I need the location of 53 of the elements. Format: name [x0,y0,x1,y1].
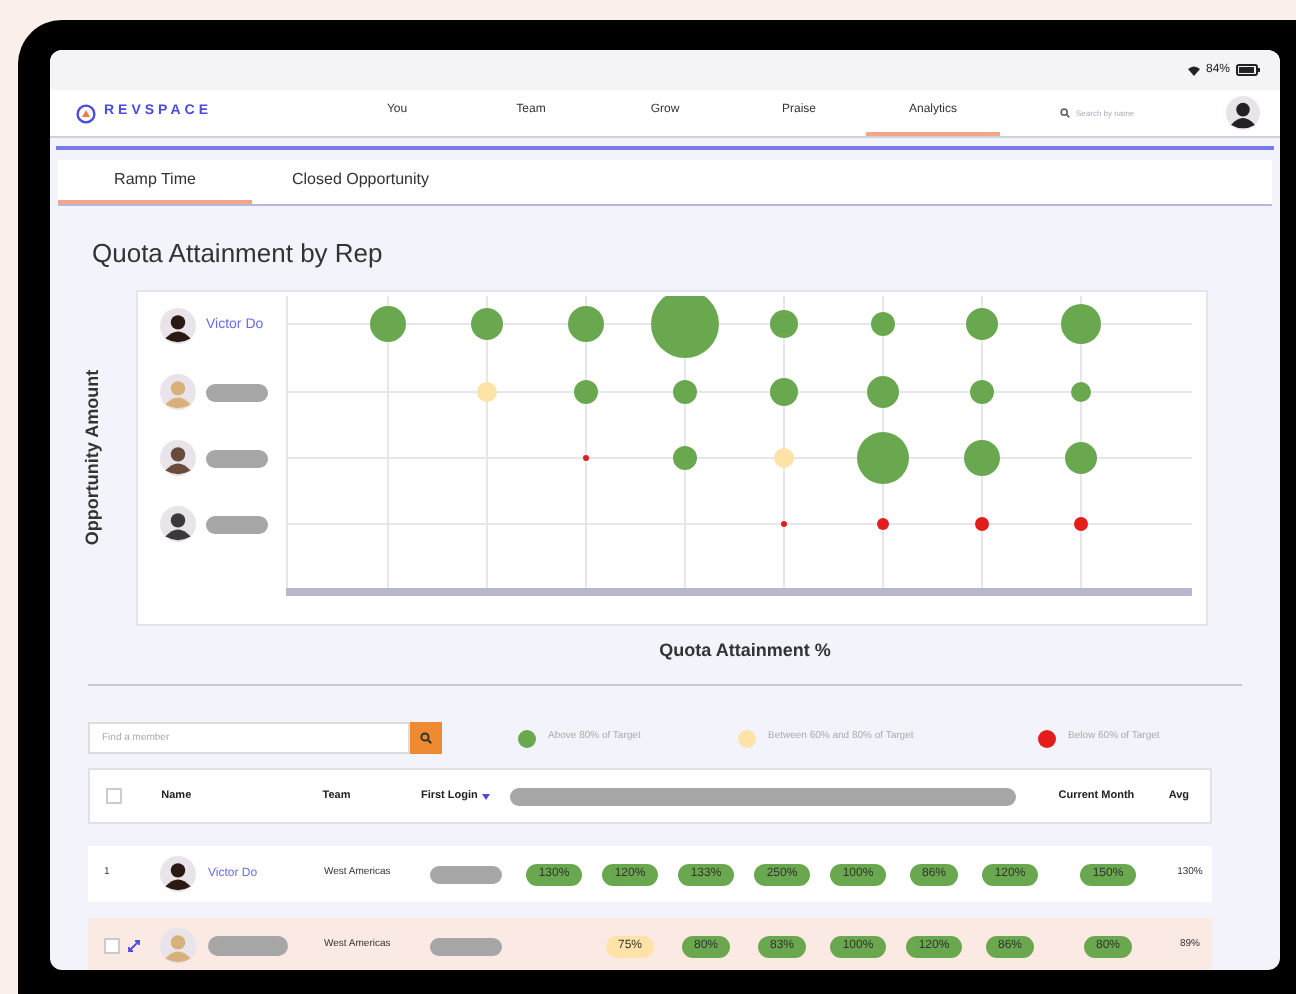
bubble [871,311,895,335]
expand-arrows-icon[interactable] [128,940,140,952]
bubble [471,307,503,339]
y-axis-label: Opportunity Amount [79,369,104,545]
bubble [781,520,787,526]
logo-icon [76,103,96,123]
bubble [370,305,406,341]
avatar-icon [160,856,196,892]
bubble [970,379,994,403]
avatar-icon [160,374,196,410]
bubble [867,375,899,407]
bubble [1061,303,1101,343]
avatar-icon [160,308,196,344]
search-icon [1060,108,1070,118]
avatar-icon [1226,96,1260,130]
bubble [574,379,598,403]
bubble [477,381,497,401]
bubble [1065,441,1097,473]
x-axis-label: Quota Attainment % [657,637,833,664]
bubble [673,445,697,469]
bubble [964,439,1000,475]
redacted-name-bar [208,936,288,956]
bubble [774,447,794,467]
search-button[interactable] [410,722,442,754]
bubble [975,516,989,530]
bubble [1071,381,1091,401]
avatar-icon [160,440,196,476]
bubble [877,517,889,529]
bubble [568,305,604,341]
search-icon [420,732,432,744]
redacted-name-bar [206,449,268,467]
tab[interactable]: Closed Opportunity [252,160,552,204]
tab[interactable]: Ramp Time [58,160,252,204]
redacted-login-bar [430,937,502,955]
sort-caret-icon [481,793,490,799]
bubble [770,377,798,405]
avatar-icon [160,928,196,964]
bubble [966,307,998,339]
wifi-icon [1187,65,1200,75]
avatar-icon [160,506,196,542]
bubble [651,295,719,357]
bubble [583,454,589,460]
bubble [770,309,798,337]
redacted-name-bar [206,515,268,533]
checkbox[interactable] [106,788,122,804]
battery-icon [1236,64,1260,76]
redacted-login-bar [430,865,502,883]
checkbox[interactable] [104,938,120,954]
bubble [857,431,909,483]
chart-title: Quota Attainment by Rep [92,236,385,272]
bubble [673,379,697,403]
redacted-name-bar [206,383,268,401]
bubble [1074,516,1088,530]
